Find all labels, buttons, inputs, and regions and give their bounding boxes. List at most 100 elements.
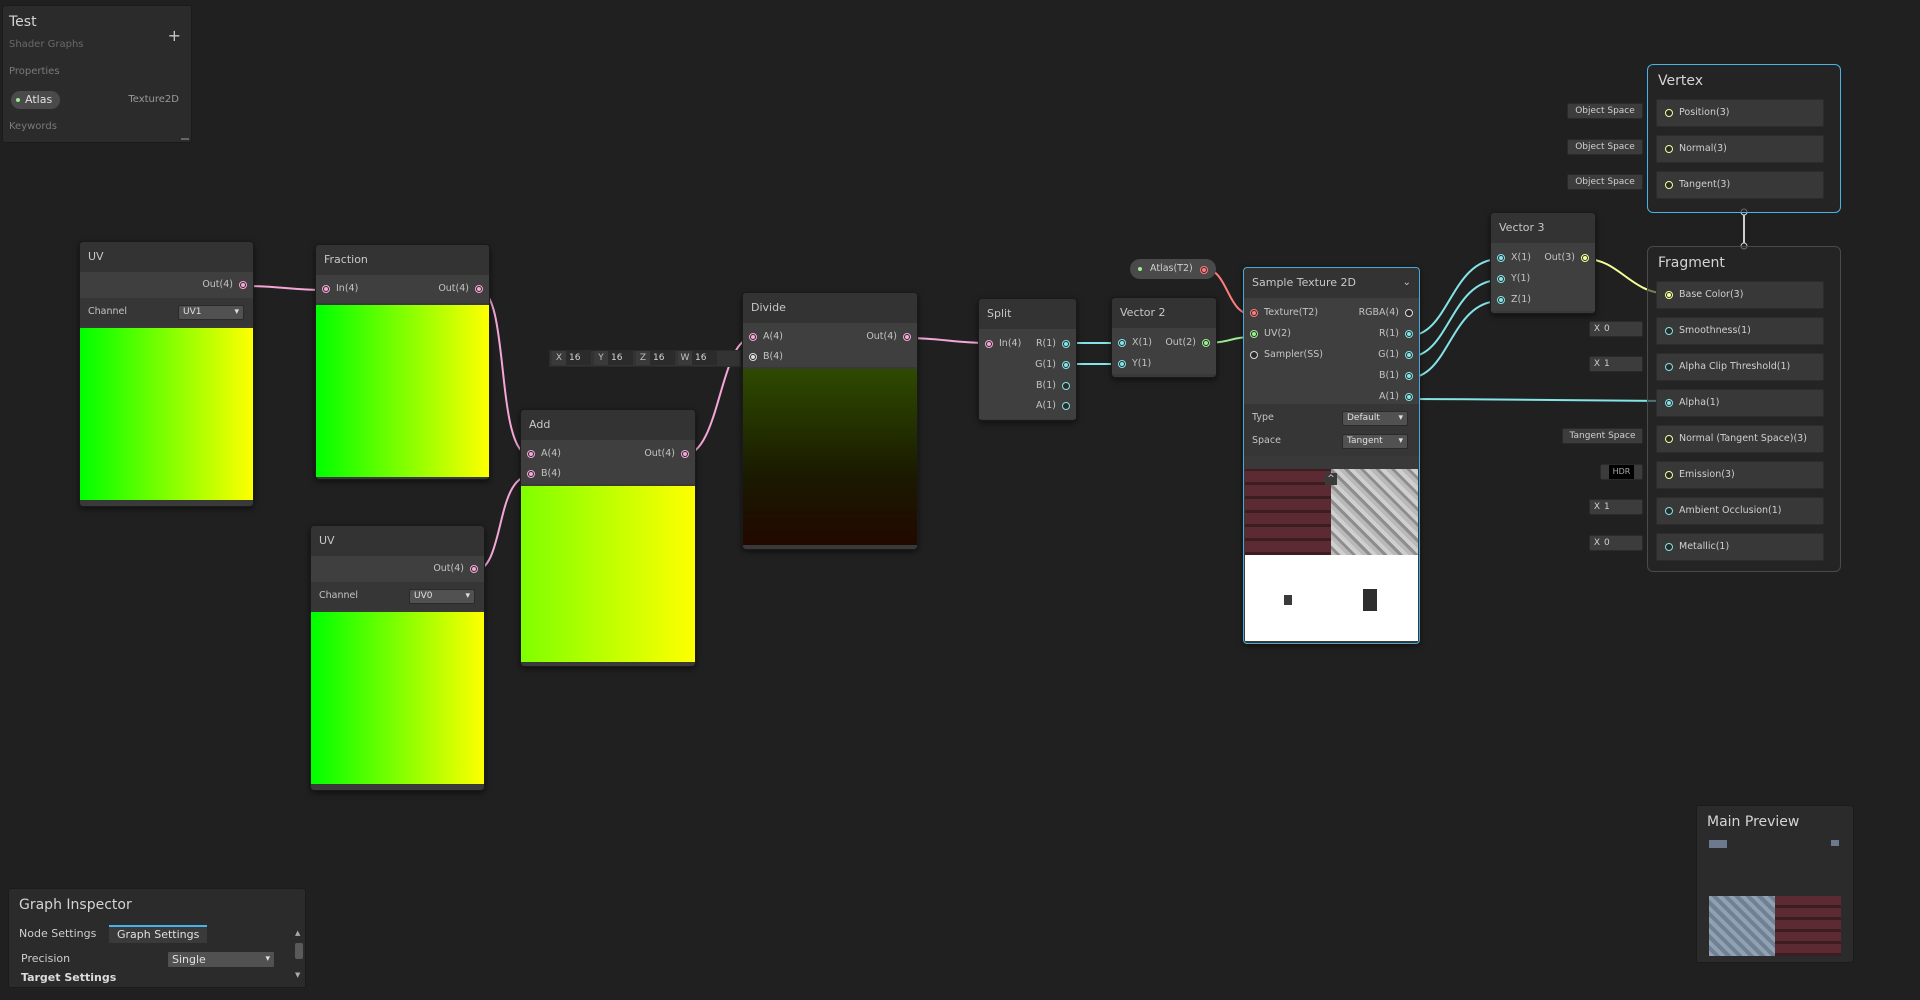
scroll-thumb[interactable] [295,943,303,959]
type-dropdown[interactable]: Default [1342,411,1408,426]
a-port[interactable]: A(4) [749,328,783,346]
alpha-slot[interactable]: Alpha(1) [1656,389,1824,417]
tab-node-settings[interactable]: Node Settings [19,927,96,940]
a-port[interactable]: A(4) [527,445,561,463]
ambient-occlusion-slot[interactable]: Ambient Occlusion(1) [1656,497,1824,525]
out-port[interactable]: Out(4) [202,276,247,294]
smoothness-field[interactable]: X0 [1589,321,1643,337]
out-port[interactable]: Out(3) [1544,249,1589,267]
node-preview [316,305,489,477]
atlas-property-node[interactable]: Atlas(T2) [1130,259,1216,279]
property-pill-atlas[interactable]: Atlas [11,91,61,109]
out-port[interactable]: Out(4) [644,445,689,463]
add-node[interactable]: Add A(4) B(4) Out(4) [520,409,696,667]
normal-space-field[interactable]: Tangent Space [1562,428,1643,444]
tangent-slot[interactable]: Tangent(3) [1656,171,1824,199]
out-port[interactable]: Out(4) [433,560,478,578]
alpha-clip-slot[interactable]: Alpha Clip Threshold(1) [1656,353,1824,381]
metallic-field[interactable]: X0 [1589,535,1643,551]
wire-sample-g-vec3 [1407,279,1501,358]
ambient-occlusion-field[interactable]: X1 [1589,499,1643,515]
fragment-block[interactable]: Fragment Base Color(3) Smoothness(1) Alp… [1647,246,1841,572]
collapse-preview-icon[interactable]: ^ [1325,473,1337,485]
b-port[interactable]: B(1) [1036,377,1070,395]
scrollbar[interactable]: ▲ ▼ [295,929,303,979]
y-port[interactable]: Y(1) [1497,270,1530,288]
scroll-down-icon[interactable]: ▼ [295,971,300,979]
y-port[interactable]: Y(1) [1118,355,1151,373]
rgba-port[interactable]: RGBA(4) [1359,304,1413,322]
graph-canvas[interactable]: Test Shader Graphs + Properties Atlas Te… [0,0,1920,1000]
channel-dropdown[interactable]: UV1 [178,305,244,320]
fraction-node[interactable]: Fraction In(4) Out(4) [315,244,490,480]
y-field[interactable]: Y 16 [594,351,633,365]
texture-port[interactable]: Texture(T2) [1250,304,1318,322]
g-port[interactable]: G(1) [1035,356,1070,374]
x-port[interactable]: X(1) [1497,249,1531,267]
channel-label: Channel [319,590,359,601]
out-port[interactable]: Out(4) [866,328,911,346]
normal-slot[interactable]: Normal(3) [1656,135,1824,163]
z-field[interactable]: Z 16 [636,351,675,365]
node-preview [80,328,253,500]
base-color-slot[interactable]: Base Color(3) [1656,281,1824,309]
uv-node-1[interactable]: UV Out(4) Channel UV1 [79,241,254,507]
g-port[interactable]: G(1) [1378,346,1413,364]
normal-space-field[interactable]: Object Space [1567,139,1643,155]
a-port[interactable]: A(1) [1036,397,1070,415]
position-slot[interactable]: Position(3) [1656,99,1824,127]
channel-dropdown[interactable]: UV0 [409,589,475,604]
scroll-up-icon[interactable]: ▲ [295,929,300,937]
preview-glyph-2 [1831,840,1839,846]
node-preview [311,612,484,784]
emission-hdr-field[interactable]: HDR [1600,464,1643,480]
graph-inspector-panel: Graph Inspector Node Settings Graph Sett… [8,888,306,988]
uv-node-0[interactable]: UV Out(4) Channel UV0 [310,525,485,791]
divide-b-default-field[interactable]: X 16 Y 16 Z 16 W 16 [549,350,741,367]
x-field[interactable]: X 16 [552,351,591,365]
r-port[interactable]: R(1) [1379,325,1413,343]
x-port[interactable]: X(1) [1118,334,1152,352]
position-space-field[interactable]: Object Space [1567,103,1643,119]
z-port[interactable]: Z(1) [1497,291,1531,309]
stone-texture [1331,469,1418,555]
space-label: Space [1252,435,1281,446]
vector3-node[interactable]: Vector 3 X(1) Y(1) Z(1) Out(3) [1490,212,1596,314]
space-dropdown[interactable]: Tangent [1342,434,1408,449]
out-port[interactable]: Out(2) [1165,334,1210,352]
node-preview [521,486,695,662]
precision-dropdown[interactable]: Single [167,951,275,968]
texture-preview: ^ [1245,469,1418,641]
w-field[interactable]: W 16 [678,351,717,365]
blackboard-subtitle: Shader Graphs [9,39,84,50]
r-port[interactable]: R(1) [1036,335,1070,353]
sampler-port[interactable]: Sampler(SS) [1250,346,1323,364]
collapse-chevron-icon[interactable]: ⌄ [1403,268,1411,298]
out-port[interactable]: Out(4) [438,280,483,298]
main-preview-panel: Main Preview [1696,805,1854,963]
preview-viewport[interactable] [1701,836,1849,958]
sample-texture-2d-node[interactable]: Sample Texture 2D ⌄ Texture(T2) UV(2) Sa… [1243,267,1420,644]
alpha-clip-field[interactable]: X1 [1589,356,1643,372]
b-port[interactable]: B(4) [527,465,561,483]
tab-graph-settings[interactable]: Graph Settings [109,925,208,943]
smoothness-slot[interactable]: Smoothness(1) [1656,317,1824,345]
split-node[interactable]: Split In(4) R(1) G(1) B(1) A(1) [978,298,1077,421]
wire-divide-split [905,337,989,344]
in-port[interactable]: In(4) [985,335,1021,353]
emission-slot[interactable]: Emission(3) [1656,461,1824,489]
normal-tangent-slot[interactable]: Normal (Tangent Space)(3) [1656,425,1824,453]
resize-handle[interactable] [181,138,189,140]
in-port[interactable]: In(4) [322,280,358,298]
metallic-slot[interactable]: Metallic(1) [1656,533,1824,561]
b-port[interactable]: B(1) [1379,367,1413,385]
property-name: Atlas [25,93,53,106]
add-property-button[interactable]: + [168,26,181,45]
b-port[interactable]: B(4) [749,348,783,366]
vertex-title: Vertex [1658,73,1704,89]
vertex-block[interactable]: Vertex Position(3) Normal(3) Tangent(3) [1647,64,1841,213]
divide-node[interactable]: Divide A(4) B(4) Out(4) [742,292,918,550]
vector2-node[interactable]: Vector 2 X(1) Y(1) Out(2) [1111,297,1217,378]
uv-port[interactable]: UV(2) [1250,325,1291,343]
tangent-space-field[interactable]: Object Space [1567,174,1643,190]
